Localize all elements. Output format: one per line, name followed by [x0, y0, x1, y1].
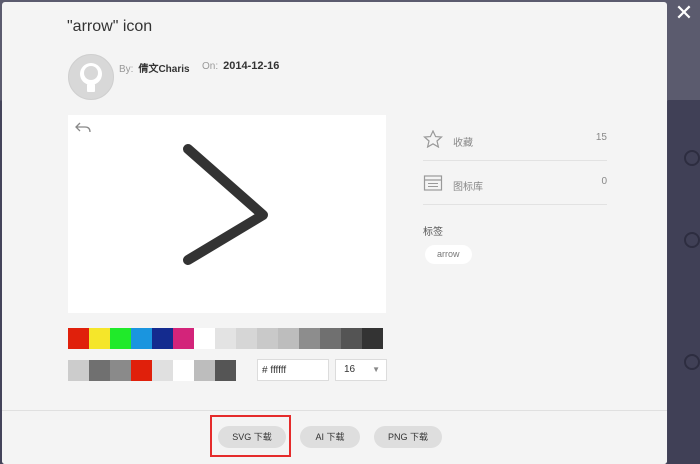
ai-download-button[interactable]: AI 下载: [300, 426, 360, 448]
author-label: By:: [119, 64, 134, 75]
color-swatch[interactable]: [173, 328, 194, 349]
png-download-button[interactable]: PNG 下载: [374, 426, 442, 448]
hex-color-input[interactable]: [257, 359, 329, 381]
star-icon: [423, 130, 443, 148]
author-name[interactable]: 倩文Charis: [138, 64, 189, 75]
icon-detail-dialog: "arrow" icon By: 倩文Charis On: 2014-12-16 1…: [2, 2, 667, 464]
date-info: On: 2014-12-16: [202, 60, 279, 72]
color-palette-primary: [68, 328, 383, 349]
color-swatch[interactable]: [362, 328, 383, 349]
library-icon: [423, 175, 443, 191]
library-label: 图标库: [453, 182, 483, 193]
color-swatch[interactable]: [299, 328, 320, 349]
color-swatch[interactable]: [152, 360, 173, 381]
color-palette-recent: [68, 360, 236, 381]
color-swatch[interactable]: [320, 328, 341, 349]
undo-icon[interactable]: [74, 121, 92, 135]
background-ring-icon: [684, 150, 700, 166]
background-ring-icon: [684, 232, 700, 248]
color-swatch[interactable]: [89, 360, 110, 381]
color-swatch[interactable]: [194, 328, 215, 349]
favorites-label: 收藏: [453, 138, 473, 149]
color-swatch[interactable]: [131, 360, 152, 381]
arrow-icon: [183, 144, 268, 265]
size-select[interactable]: 16 ▼: [335, 359, 387, 381]
color-swatch[interactable]: [257, 328, 278, 349]
tag-arrow[interactable]: arrow: [425, 245, 472, 264]
author-info: By: 倩文Charis: [119, 60, 190, 75]
dialog-title: "arrow" icon: [67, 18, 153, 35]
color-swatch[interactable]: [173, 360, 194, 381]
color-swatch[interactable]: [89, 328, 110, 349]
tags-title: 标签: [423, 227, 443, 238]
color-swatch[interactable]: [110, 328, 131, 349]
color-swatch[interactable]: [215, 328, 236, 349]
color-swatch[interactable]: [68, 360, 89, 381]
svg-download-highlight: [210, 415, 291, 457]
favorites-row[interactable]: 收藏 15: [423, 116, 607, 161]
color-swatch[interactable]: [194, 360, 215, 381]
size-value: 16: [344, 364, 356, 375]
author-avatar[interactable]: [68, 54, 114, 100]
chevron-down-icon: ▼: [372, 365, 380, 374]
library-count: 0: [601, 176, 607, 187]
color-swatch[interactable]: [341, 328, 362, 349]
color-swatch[interactable]: [131, 328, 152, 349]
library-row[interactable]: 图标库 0: [423, 160, 607, 205]
background-ring-icon: [684, 354, 700, 370]
color-swatch[interactable]: [152, 328, 173, 349]
color-swatch[interactable]: [236, 328, 257, 349]
icon-preview-canvas: [68, 115, 386, 313]
color-swatch[interactable]: [278, 328, 299, 349]
color-swatch[interactable]: [215, 360, 236, 381]
favorites-count: 15: [595, 132, 607, 143]
color-swatch[interactable]: [110, 360, 131, 381]
color-swatch[interactable]: [68, 328, 89, 349]
date-label: On:: [202, 61, 219, 72]
close-icon[interactable]: ✕: [672, 2, 696, 26]
date-value: 2014-12-16: [223, 60, 280, 72]
avatar-icon: [70, 56, 112, 98]
